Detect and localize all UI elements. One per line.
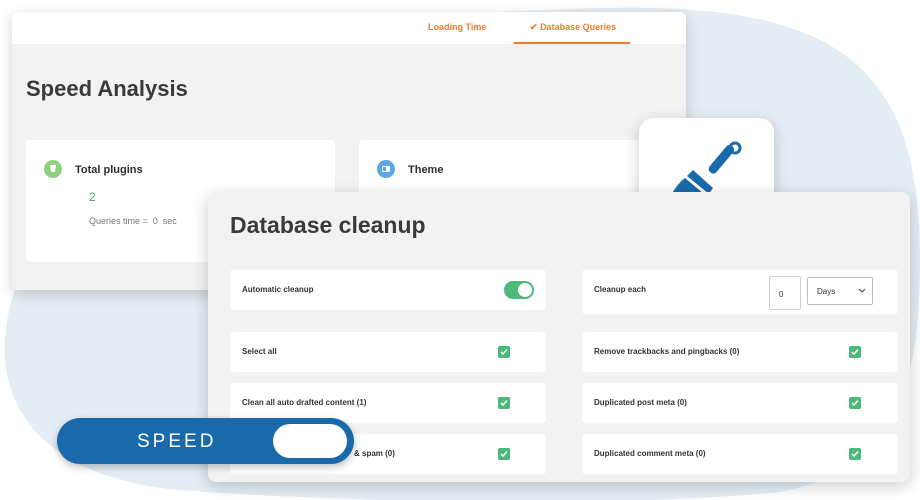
check-icon	[500, 349, 508, 356]
total-plugins-label: Total plugins	[75, 164, 143, 176]
theme-label: Theme	[408, 164, 444, 176]
database-cleanup-title: Database cleanup	[230, 212, 426, 238]
check-icon	[851, 400, 859, 407]
automatic-cleanup-row: Automatic cleanup	[230, 270, 546, 310]
select-all-label: Select all	[242, 347, 277, 356]
auto-drafted-row: Clean all auto drafted content (1)	[230, 383, 546, 423]
tab-loading-time[interactable]: Loading Time	[428, 22, 486, 32]
queries-time: Queries time = 0 sec	[89, 216, 177, 226]
spam-checkbox[interactable]	[498, 448, 510, 460]
cleanup-each-row: Cleanup each 0 Days	[582, 270, 898, 314]
duplicated-comment-meta-checkbox[interactable]	[849, 448, 861, 460]
theme-icon	[377, 160, 395, 178]
check-icon	[851, 451, 859, 458]
check-icon	[851, 349, 859, 356]
plugin-icon	[44, 160, 62, 178]
remove-trackbacks-label: Remove trackbacks and pingbacks (0)	[594, 347, 740, 356]
duplicated-comment-meta-row: Duplicated comment meta (0)	[582, 434, 898, 474]
remove-trackbacks-checkbox[interactable]	[849, 346, 861, 358]
speed-toggle[interactable]: SPEED	[57, 418, 354, 464]
duplicated-post-meta-row: Duplicated post meta (0)	[582, 383, 898, 423]
cleanup-each-value-input[interactable]: 0	[769, 276, 801, 310]
toggle-knob	[518, 283, 532, 297]
chevron-down-icon	[858, 288, 866, 293]
auto-drafted-checkbox[interactable]	[498, 397, 510, 409]
check-icon	[500, 400, 508, 407]
select-all-row: Select all	[230, 332, 546, 372]
tab-database-queries[interactable]: ✔ Database Queries	[530, 22, 616, 33]
automatic-cleanup-label: Automatic cleanup	[242, 285, 314, 294]
tab-bar: Loading Time ✔ Database Queries	[12, 12, 686, 44]
automatic-cleanup-toggle[interactable]	[504, 281, 534, 299]
speed-toggle-label: SPEED	[137, 431, 217, 452]
cleanup-each-unit-value: Days	[817, 287, 836, 296]
duplicated-comment-meta-label: Duplicated comment meta (0)	[594, 449, 706, 458]
active-tab-underline	[514, 42, 630, 44]
remove-trackbacks-row: Remove trackbacks and pingbacks (0)	[582, 332, 898, 372]
select-all-checkbox[interactable]	[498, 346, 510, 358]
page-title: Speed Analysis	[26, 76, 188, 101]
tab-database-queries-label: Database Queries	[540, 22, 617, 32]
auto-drafted-label: Clean all auto drafted content (1)	[242, 398, 367, 407]
duplicated-post-meta-checkbox[interactable]	[849, 397, 861, 409]
total-plugins-count: 2	[89, 190, 96, 204]
duplicated-post-meta-label: Duplicated post meta (0)	[594, 398, 687, 407]
check-icon	[500, 451, 508, 458]
check-icon: ✔	[530, 22, 538, 32]
speed-toggle-knob	[273, 424, 347, 458]
cleanup-each-label: Cleanup each	[594, 285, 647, 294]
spam-label: & spam (0)	[354, 449, 395, 458]
cleanup-each-unit-select[interactable]: Days	[807, 277, 873, 305]
